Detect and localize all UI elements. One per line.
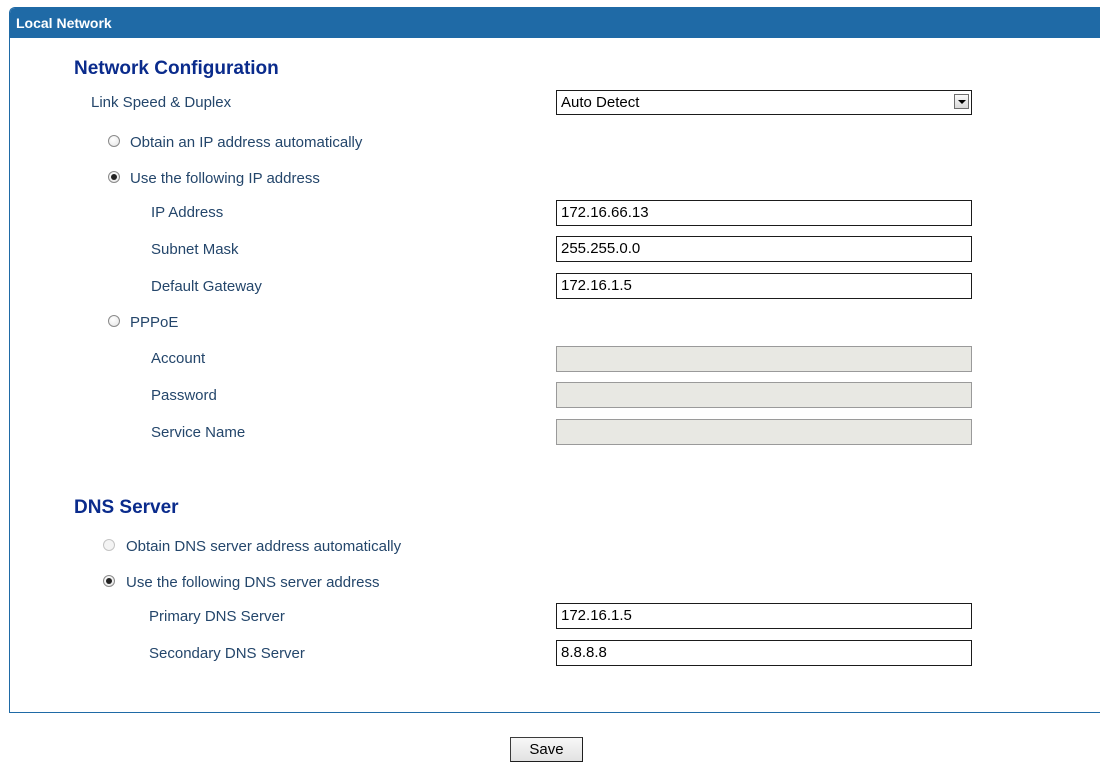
secondary-dns-label: Secondary DNS Server bbox=[149, 645, 305, 662]
chevron-down-icon[interactable] bbox=[954, 94, 969, 109]
auto-ip-radio[interactable] bbox=[108, 135, 120, 147]
ip-address-field[interactable]: 172.16.66.13 bbox=[556, 200, 972, 226]
link-speed-select[interactable]: Auto Detect bbox=[556, 90, 972, 115]
pppoe-radio[interactable] bbox=[108, 315, 120, 327]
secondary-dns-field[interactable]: 8.8.8.8 bbox=[556, 640, 972, 666]
password-field[interactable] bbox=[556, 382, 972, 408]
link-speed-label: Link Speed & Duplex bbox=[91, 94, 232, 111]
link-speed-value: Auto Detect bbox=[561, 94, 640, 111]
manual-dns-label[interactable]: Use the following DNS server address bbox=[126, 574, 379, 591]
static-ip-radio[interactable] bbox=[108, 171, 120, 183]
default-gateway-field[interactable]: 172.16.1.5 bbox=[556, 273, 972, 299]
panel-title: Local Network bbox=[10, 8, 1100, 38]
auto-dns-radio[interactable] bbox=[103, 539, 115, 551]
static-ip-label[interactable]: Use the following IP address bbox=[130, 170, 320, 187]
primary-dns-label: Primary DNS Server bbox=[149, 608, 285, 625]
pppoe-label[interactable]: PPPoE bbox=[130, 314, 178, 331]
auto-dns-label[interactable]: Obtain DNS server address automatically bbox=[126, 538, 401, 555]
dns-server-title: DNS Server bbox=[74, 497, 179, 518]
default-gateway-label: Default Gateway bbox=[151, 278, 262, 295]
save-button[interactable]: Save bbox=[510, 737, 583, 762]
auto-ip-label[interactable]: Obtain an IP address automatically bbox=[130, 134, 362, 151]
account-label: Account bbox=[151, 350, 206, 367]
network-configuration-title: Network Configuration bbox=[74, 58, 279, 79]
subnet-mask-field[interactable]: 255.255.0.0 bbox=[556, 236, 972, 262]
password-label: Password bbox=[151, 387, 217, 404]
account-field[interactable] bbox=[556, 346, 972, 372]
service-name-label: Service Name bbox=[151, 424, 246, 441]
subnet-mask-label: Subnet Mask bbox=[151, 241, 239, 258]
service-name-field[interactable] bbox=[556, 419, 972, 445]
ip-address-label: IP Address bbox=[151, 204, 224, 221]
manual-dns-radio[interactable] bbox=[103, 575, 115, 587]
primary-dns-field[interactable]: 172.16.1.5 bbox=[556, 603, 972, 629]
